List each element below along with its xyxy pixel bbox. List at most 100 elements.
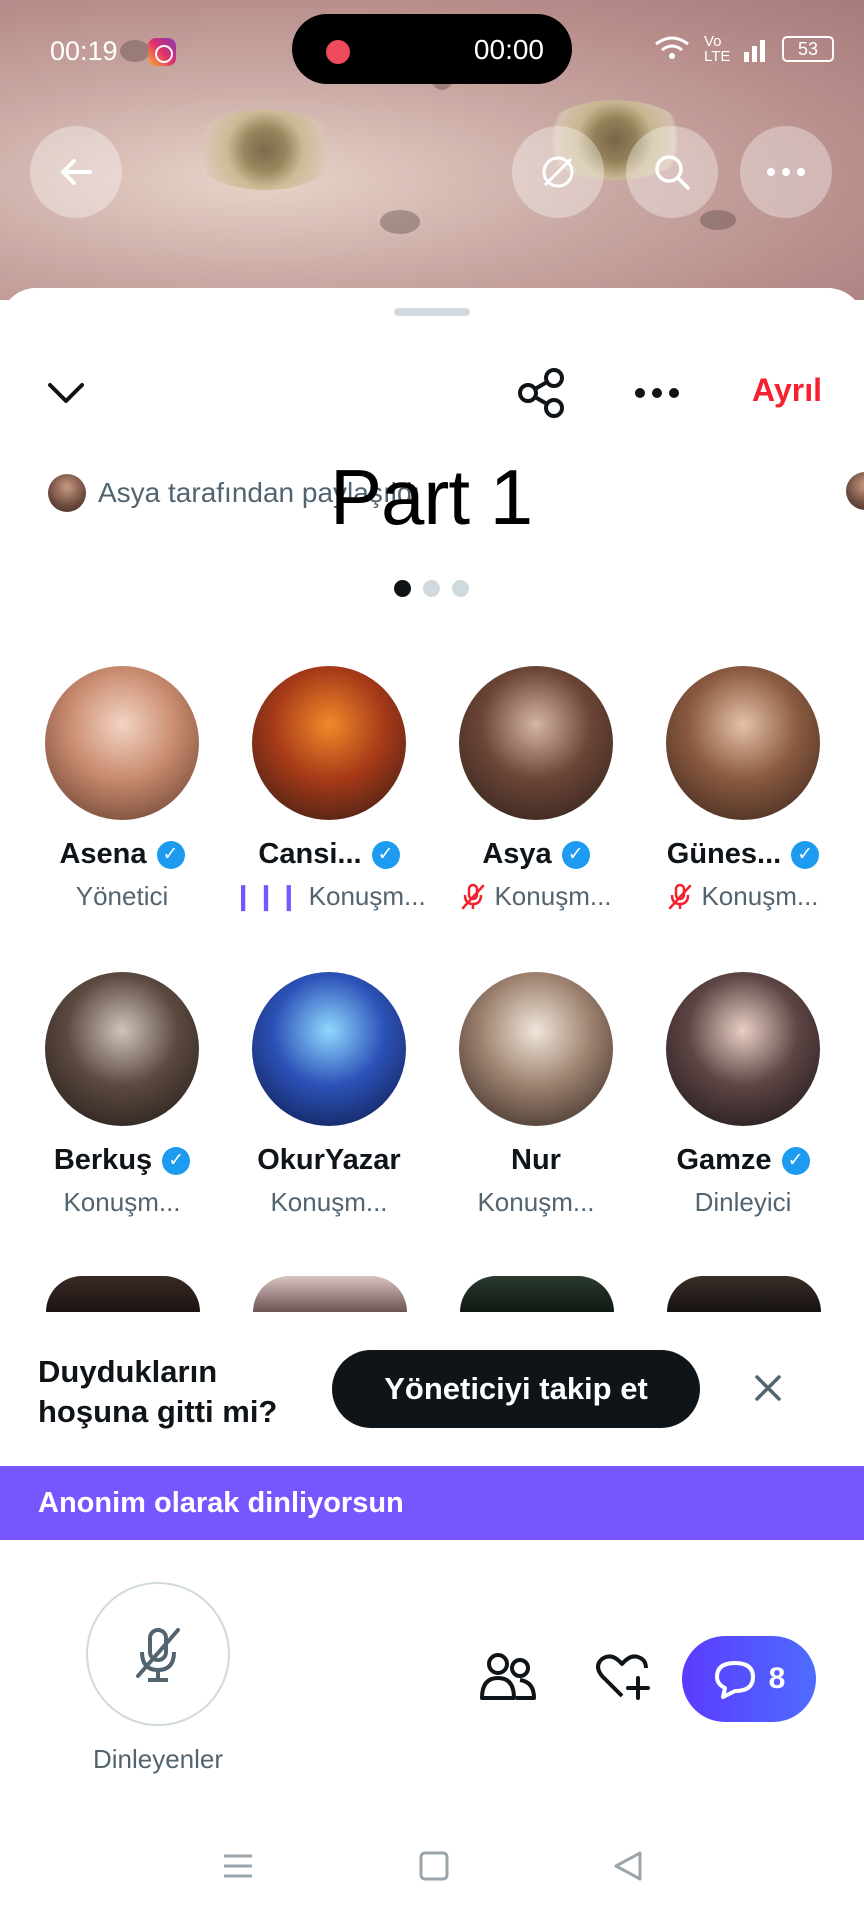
avatar	[253, 1276, 407, 1312]
avatar	[45, 666, 199, 820]
participant-name-row: Asena ✓	[22, 838, 222, 871]
status-time: 00:19	[50, 36, 118, 66]
link-slash-icon	[542, 156, 574, 188]
page-indicator	[394, 580, 469, 597]
participant-role: Yönetici	[75, 881, 169, 911]
pip-button[interactable]	[512, 126, 604, 218]
page-dot	[423, 580, 440, 597]
participant-card[interactable]: OkurYazar Konuşm...	[229, 972, 429, 1218]
more-horizontal-icon[interactable]	[634, 386, 680, 400]
avatar	[45, 972, 199, 1126]
chat-icon	[714, 1661, 755, 1699]
mic-button[interactable]	[86, 1582, 230, 1726]
cover-decoration	[700, 210, 736, 230]
participant-role: Konuşm...	[270, 1187, 388, 1217]
participant-name-row: Berkuş ✓	[22, 1144, 222, 1177]
search-button[interactable]	[626, 126, 718, 218]
avatar	[459, 972, 613, 1126]
wifi-icon	[655, 36, 689, 59]
verified-badge-icon: ✓	[791, 840, 820, 869]
page-dot	[394, 580, 411, 597]
follow-question-line: Duydukların	[38, 1354, 218, 1389]
participant-role: Konuşm...	[63, 1187, 181, 1217]
verified-badge-icon: ✓	[371, 840, 400, 869]
instagram-icon	[148, 38, 176, 66]
participant-role: Dinleyici	[694, 1187, 792, 1217]
follow-question-line: hoşuna gitti mi?	[38, 1394, 278, 1429]
participant-role-row: Konuşm...	[22, 1187, 222, 1218]
participant-card[interactable]: Gamze ✓ Dinleyici	[643, 972, 843, 1218]
participant-role: Konuşm...	[494, 881, 612, 911]
follow-prompt: Duydukların hoşuna gitti mi? Yöneticiyi …	[0, 1330, 864, 1470]
verified-badge-icon: ✓	[781, 1146, 810, 1175]
follow-question: Duydukların hoşuna gitti mi?	[38, 1352, 277, 1432]
close-icon[interactable]	[754, 1374, 782, 1402]
participant-role-row: Konuşm...	[229, 1187, 429, 1218]
recording-time: 00:00	[473, 34, 544, 65]
mic-label: Dinleyenler	[92, 1744, 224, 1774]
participant-card[interactable]: Berkuş ✓ Konuşm...	[22, 972, 222, 1218]
mic-off-icon	[136, 1628, 180, 1682]
participant-name: Günes...	[666, 838, 782, 870]
participant-name-row: Cansi... ✓	[229, 838, 429, 871]
home-icon[interactable]	[418, 1850, 450, 1882]
participant-name: Asya	[482, 838, 552, 870]
avatar	[459, 666, 613, 820]
participant-role-row: Konuşm...	[436, 881, 636, 912]
participant-name-row: OkurYazar	[229, 1144, 429, 1177]
battery-indicator: 53	[782, 36, 834, 62]
search-icon	[655, 155, 690, 190]
back-button[interactable]	[30, 126, 122, 218]
verified-badge-icon: ✓	[162, 1146, 191, 1175]
participant-role-row: Konuşm...	[643, 881, 843, 912]
system-nav-bar	[0, 1820, 864, 1920]
participant-role: Konuşm...	[701, 881, 819, 911]
participant-card[interactable]: Asena ✓ Yönetici	[22, 666, 222, 912]
participant-card[interactable]: Asya ✓ Konuşm...	[436, 666, 636, 912]
participant-name-row: Günes... ✓	[643, 838, 843, 871]
participant-name-row: Asya ✓	[436, 838, 636, 871]
more-button[interactable]	[740, 126, 832, 218]
menu-icon[interactable]	[222, 1852, 254, 1880]
people-icon[interactable]	[478, 1650, 538, 1702]
speaking-icon: ❙❙❙	[232, 881, 301, 911]
network-label: Vo LTE	[704, 33, 731, 65]
participant-name-row: Gamze ✓	[643, 1144, 843, 1177]
avatar	[252, 666, 406, 820]
chevron-down-icon[interactable]	[46, 380, 86, 406]
avatar	[666, 666, 820, 820]
avatar	[667, 1276, 821, 1312]
sheet-grabber[interactable]	[394, 308, 470, 316]
avatar	[48, 474, 86, 512]
status-icons: Vo LTE 53	[652, 34, 834, 64]
chat-button[interactable]: 8	[682, 1636, 816, 1722]
avatar	[460, 1276, 614, 1312]
participant-card[interactable]: Nur Konuşm...	[436, 972, 636, 1218]
arrow-left-icon	[61, 159, 92, 185]
leave-button[interactable]: Ayrıl	[752, 372, 822, 409]
cover-decoration	[190, 110, 340, 190]
screen-recording-pill[interactable]: 00:00	[292, 14, 572, 84]
chat-count: 8	[768, 1662, 786, 1695]
signal-icon	[744, 40, 765, 62]
participant-name: Asena	[59, 838, 147, 870]
participant-card[interactable]: Günes... ✓ Konuşm...	[643, 666, 843, 912]
anonymous-banner: Anonim olarak dinliyorsun	[0, 1466, 864, 1540]
avatar	[666, 972, 820, 1126]
mic-off-icon	[462, 883, 485, 909]
follow-host-button[interactable]: Yöneticiyi takip et	[332, 1350, 700, 1428]
heart-plus-icon[interactable]	[594, 1652, 654, 1702]
verified-badge-icon: ✓	[156, 840, 185, 869]
participant-role-row: Konuşm...	[436, 1187, 636, 1218]
verified-badge-icon: ✓	[561, 840, 590, 869]
avatar	[252, 972, 406, 1126]
more-horizontal-icon	[767, 168, 805, 176]
back-nav-icon[interactable]	[612, 1850, 644, 1882]
share-icon[interactable]	[516, 368, 566, 418]
participant-card[interactable]: Cansi... ✓ ❙❙❙ Konuşm...	[229, 666, 429, 912]
video-overlay-title: Part 1	[330, 453, 533, 541]
participant-name: Berkuş	[53, 1144, 153, 1176]
participant-role-row: Yönetici	[22, 881, 222, 912]
recording-dot-icon	[326, 40, 350, 64]
participant-name-row: Nur	[436, 1144, 636, 1177]
